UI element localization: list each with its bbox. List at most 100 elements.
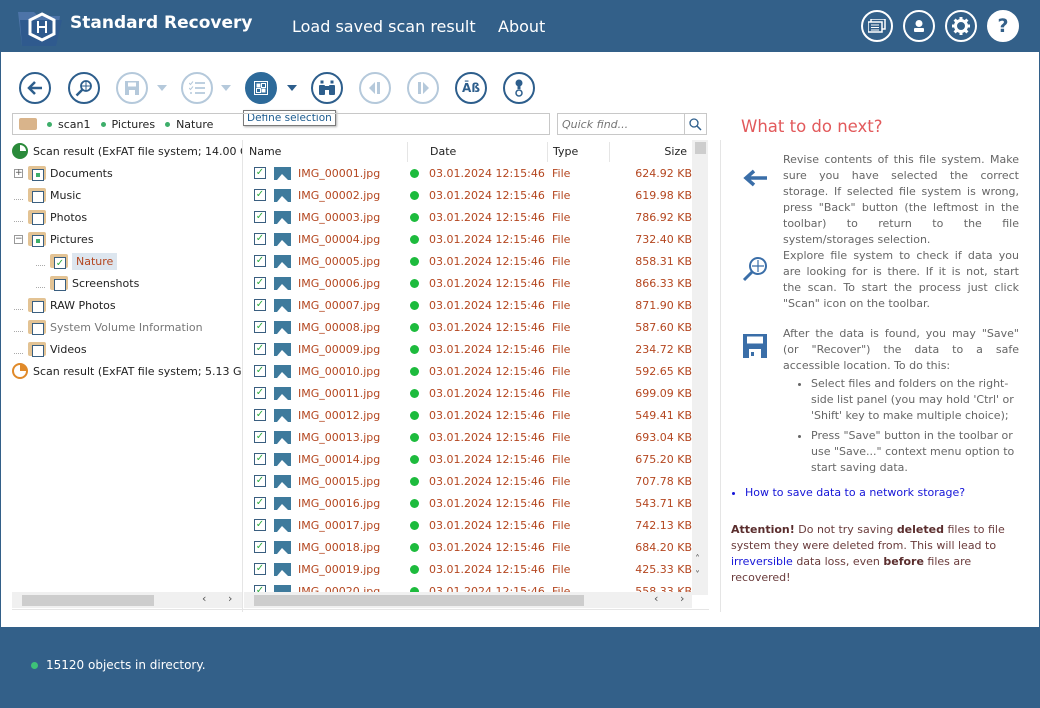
- checkbox[interactable]: ✓: [254, 343, 266, 355]
- scroll-left-icon[interactable]: ‹: [202, 592, 206, 605]
- checkbox[interactable]: ✓: [254, 299, 266, 311]
- back-button[interactable]: [19, 72, 51, 104]
- checkbox[interactable]: ✓: [254, 321, 266, 333]
- file-row[interactable]: ✓ IMG_00019.jpg 03.01.2024 12:15:46 File 425…: [244, 558, 692, 580]
- quick-find-button[interactable]: [684, 114, 706, 134]
- load-scan-result-link[interactable]: Load saved scan result: [292, 17, 476, 36]
- scrollbar-thumb[interactable]: [695, 142, 706, 154]
- scroll-left-icon[interactable]: ‹: [654, 592, 658, 605]
- checkbox[interactable]: ✓: [254, 211, 266, 223]
- tree-item[interactable]: Photos: [14, 206, 87, 228]
- folder-checkbox-icon[interactable]: [28, 297, 46, 313]
- help-button[interactable]: ?: [987, 10, 1019, 42]
- checkbox[interactable]: ✓: [254, 497, 266, 509]
- checkbox[interactable]: ✓: [254, 453, 266, 465]
- file-row[interactable]: ✓ IMG_00011.jpg 03.01.2024 12:15:46 File 699…: [244, 382, 692, 404]
- tree-item[interactable]: System Volume Information: [14, 316, 203, 338]
- column-date[interactable]: Date: [408, 142, 548, 162]
- folder-checkbox-icon[interactable]: [28, 341, 46, 357]
- checkbox[interactable]: ✓: [254, 365, 266, 377]
- breadcrumb-item[interactable]: Nature: [165, 118, 213, 131]
- tree-item[interactable]: ✓ Nature: [36, 250, 118, 272]
- tree-scan-result-1[interactable]: Scan result (ExFAT file system; 14.00 GB…: [12, 140, 242, 162]
- splitter[interactable]: [242, 140, 243, 612]
- checkbox[interactable]: ✓: [254, 189, 266, 201]
- save-button[interactable]: [116, 72, 148, 104]
- scroll-down-icon[interactable]: ˅: [695, 570, 700, 581]
- mark-button[interactable]: [181, 72, 213, 104]
- collapse-icon[interactable]: −: [14, 234, 23, 244]
- scroll-right-icon[interactable]: ›: [680, 592, 684, 605]
- find-button[interactable]: [311, 72, 343, 104]
- quick-find-input[interactable]: [558, 114, 684, 134]
- scroll-right-icon[interactable]: ›: [228, 592, 232, 605]
- column-type[interactable]: Type: [548, 142, 610, 162]
- tree-scan-result-2[interactable]: Scan result (ExFAT file system; 5.13 GB …: [12, 360, 242, 382]
- file-row[interactable]: ✓ IMG_00008.jpg 03.01.2024 12:15:46 File 587…: [244, 316, 692, 338]
- file-row[interactable]: ✓ IMG_00013.jpg 03.01.2024 12:15:46 File 693…: [244, 426, 692, 448]
- tree-horizontal-scrollbar[interactable]: ‹ ›: [12, 592, 242, 608]
- file-row[interactable]: ✓ IMG_00005.jpg 03.01.2024 12:15:46 File 858…: [244, 250, 692, 272]
- column-name[interactable]: Name: [244, 142, 408, 162]
- file-row[interactable]: ✓ IMG_00001.jpg 03.01.2024 12:15:46 File 624…: [244, 162, 692, 184]
- checkbox[interactable]: ✓: [254, 167, 266, 179]
- find-next-button[interactable]: [407, 72, 439, 104]
- tree-item[interactable]: RAW Photos: [14, 294, 116, 316]
- find-previous-button[interactable]: [359, 72, 391, 104]
- checkbox[interactable]: ✓: [254, 519, 266, 531]
- save-dropdown-arrow[interactable]: [157, 85, 167, 91]
- file-row[interactable]: ✓ IMG_00010.jpg 03.01.2024 12:15:46 File 592…: [244, 360, 692, 382]
- scan-button[interactable]: [68, 72, 100, 104]
- file-row[interactable]: ✓ IMG_00014.jpg 03.01.2024 12:15:46 File 675…: [244, 448, 692, 470]
- list-horizontal-scrollbar[interactable]: ‹ ›: [244, 592, 692, 608]
- tree-item[interactable]: − Pictures: [14, 228, 94, 250]
- tree-item[interactable]: Music: [14, 184, 81, 206]
- legend-button[interactable]: [503, 72, 535, 104]
- file-row[interactable]: ✓ IMG_00018.jpg 03.01.2024 12:15:46 File 684…: [244, 536, 692, 558]
- irreversible-link[interactable]: irreversible: [731, 555, 793, 568]
- expand-icon[interactable]: +: [14, 168, 23, 178]
- checkbox[interactable]: ✓: [254, 233, 266, 245]
- define-selection-button[interactable]: [245, 72, 277, 104]
- column-size[interactable]: Size: [610, 142, 692, 162]
- folder-checkbox-icon[interactable]: [28, 319, 46, 335]
- checkbox[interactable]: ✓: [254, 431, 266, 443]
- file-row[interactable]: ✓ IMG_00017.jpg 03.01.2024 12:15:46 File 742…: [244, 514, 692, 536]
- checkbox[interactable]: ✓: [254, 277, 266, 289]
- scroll-up-icon[interactable]: ˄: [695, 554, 700, 565]
- about-link[interactable]: About: [498, 17, 545, 36]
- breadcrumb-item[interactable]: Pictures: [100, 118, 155, 131]
- checkbox[interactable]: ✓: [254, 409, 266, 421]
- checkbox[interactable]: ✓: [254, 563, 266, 575]
- mark-dropdown-arrow[interactable]: [221, 85, 231, 91]
- network-storage-link[interactable]: How to save data to a network storage?: [745, 486, 965, 499]
- folder-checkbox-icon[interactable]: [50, 275, 68, 291]
- file-row[interactable]: ✓ IMG_00004.jpg 03.01.2024 12:15:46 File 732…: [244, 228, 692, 250]
- file-row[interactable]: ✓ IMG_00016.jpg 03.01.2024 12:15:46 File 543…: [244, 492, 692, 514]
- list-vertical-scrollbar[interactable]: ˄ ˅: [692, 140, 708, 595]
- file-row[interactable]: ✓ IMG_00009.jpg 03.01.2024 12:15:46 File 234…: [244, 338, 692, 360]
- define-selection-dropdown-arrow[interactable]: [287, 85, 297, 91]
- settings-button[interactable]: [945, 10, 977, 42]
- checkbox[interactable]: ✓: [254, 255, 266, 267]
- file-row[interactable]: ✓ IMG_00003.jpg 03.01.2024 12:15:46 File 786…: [244, 206, 692, 228]
- folder-checkbox-icon[interactable]: ✓: [50, 253, 68, 269]
- file-row[interactable]: ✓ IMG_00012.jpg 03.01.2024 12:15:46 File 549…: [244, 404, 692, 426]
- checkbox[interactable]: ✓: [254, 475, 266, 487]
- scrollbar-thumb[interactable]: [254, 595, 584, 606]
- file-row[interactable]: ✓ IMG_00002.jpg 03.01.2024 12:15:46 File 619…: [244, 184, 692, 206]
- file-row[interactable]: ✓ IMG_00007.jpg 03.01.2024 12:15:46 File 871…: [244, 294, 692, 316]
- folder-checkbox-icon[interactable]: [28, 165, 46, 181]
- tree-item[interactable]: + Documents: [14, 162, 113, 184]
- log-button[interactable]: [861, 10, 893, 42]
- tree-item[interactable]: Screenshots: [36, 272, 139, 294]
- folder-checkbox-icon[interactable]: [28, 209, 46, 225]
- tree-item[interactable]: Videos: [14, 338, 87, 360]
- breadcrumb-item[interactable]: scan1: [47, 118, 91, 131]
- file-row[interactable]: ✓ IMG_00015.jpg 03.01.2024 12:15:46 File 707…: [244, 470, 692, 492]
- encoding-button[interactable]: Āß: [455, 72, 487, 104]
- folder-checkbox-icon[interactable]: [28, 231, 46, 247]
- checkbox[interactable]: ✓: [254, 387, 266, 399]
- folder-checkbox-icon[interactable]: [28, 187, 46, 203]
- checkbox[interactable]: ✓: [254, 541, 266, 553]
